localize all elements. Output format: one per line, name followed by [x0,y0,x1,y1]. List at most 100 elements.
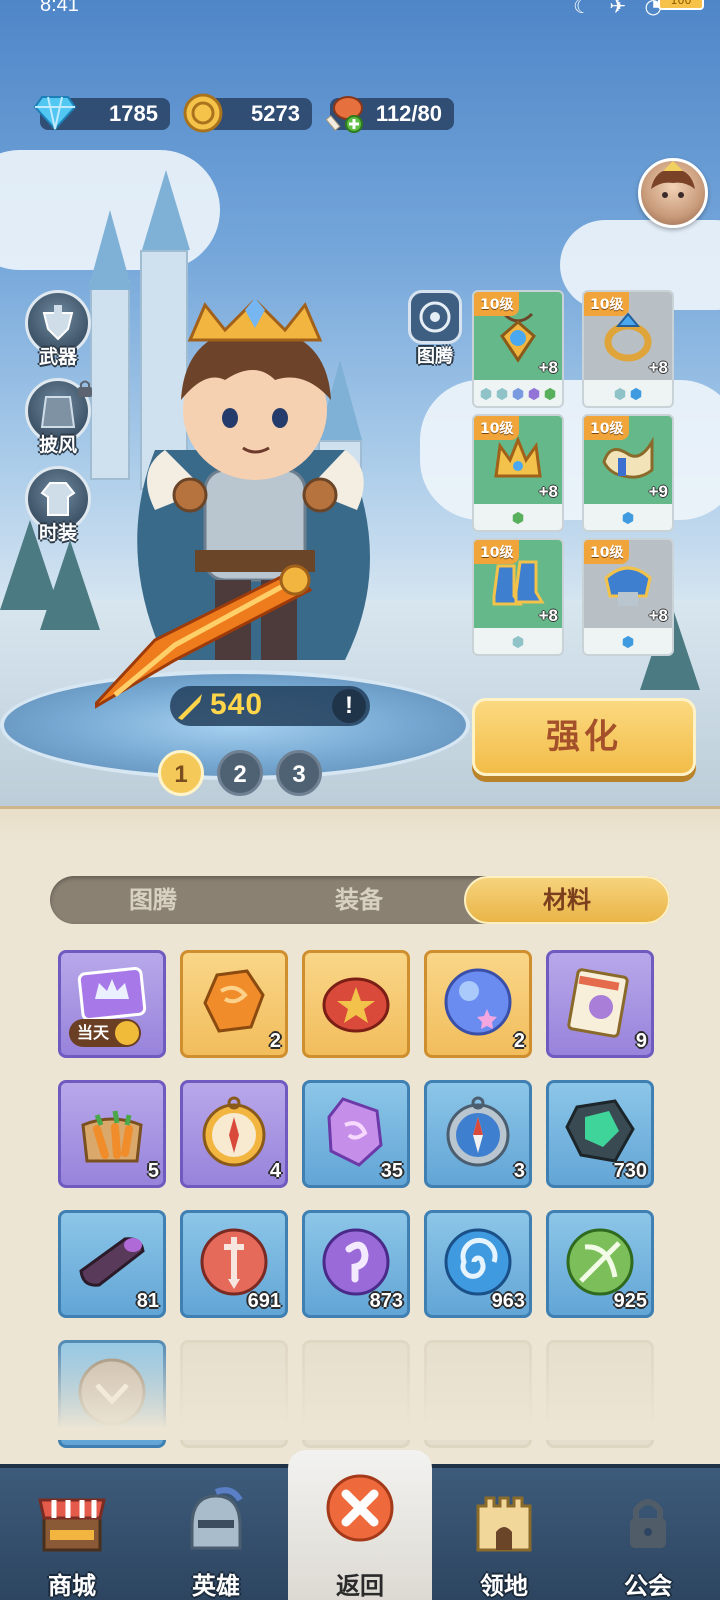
star-orb-icon [441,965,515,1039]
nav-territory-label: 领地 [480,1572,528,1600]
material-item[interactable] [302,950,410,1058]
costume-label: 时装 [38,522,77,544]
equipment-slot[interactable]: 10级 +8 [582,538,674,656]
amulet-icon [490,308,546,364]
green-ore-icon [563,1095,637,1169]
equipment-slot[interactable]: 10级 +8 [472,290,564,408]
material-count: 873 [369,1290,403,1312]
coin-value: 5273 [251,101,300,126]
equipment-level: 10级 [474,540,520,564]
sword-power-icon [178,694,202,720]
material-item[interactable]: 2 [180,950,288,1058]
material-item[interactable]: 4 [180,1080,288,1188]
bow-orb-icon [563,1225,637,1299]
nav-territory[interactable]: 领地 [432,1468,576,1600]
panel-edge [0,806,720,842]
today-label: 当天 [77,1023,110,1042]
material-item[interactable]: 925 [546,1210,654,1318]
gem-socket-icon [526,386,542,402]
ring-icon [600,308,656,364]
gem-sockets [474,382,562,406]
material-count: 925 [613,1290,647,1312]
hero-character[interactable] [95,300,415,720]
material-item[interactable]: 730 [546,1080,654,1188]
equipment-slot[interactable]: 10级 +8 [582,290,674,408]
stamina-counter[interactable]: 112/80 [325,96,454,133]
blue-compass-icon [441,1095,515,1169]
totem-button[interactable]: 图腾 [404,290,466,368]
coin-counter[interactable]: 5273 [183,93,312,133]
carrot-sack-icon [75,1095,149,1169]
gem-socket-icon [510,634,526,650]
material-item[interactable]: 691 [180,1210,288,1318]
material-item[interactable]: 35 [302,1080,410,1188]
costume-button[interactable]: 时装 [22,466,94,545]
material-item[interactable]: 当天 [58,950,166,1058]
material-item[interactable]: 963 [424,1210,532,1318]
nav-guild[interactable]: 公会 [576,1468,720,1600]
material-count: 9 [635,1030,647,1052]
lock-icon [630,1499,666,1548]
material-count: 35 [380,1160,403,1182]
helmet-icon [190,1487,243,1550]
battery-icon: 100 [658,0,704,10]
material-item[interactable]: 81 [58,1210,166,1318]
today-badge: 当天 [69,1019,142,1047]
status-bar: 8:41 ☾ ✈ ◔ 100 [0,0,720,22]
material-count: 3 [513,1160,525,1182]
tab-equipment[interactable]: 装备 [256,876,462,924]
upgrade-button[interactable]: 强化 [472,698,696,776]
tree [40,540,100,630]
material-count: 4 [269,1160,281,1182]
material-item[interactable]: 9 [546,950,654,1058]
integral-scroll-icon [563,965,637,1039]
weapon-button[interactable]: 武器 [22,290,94,369]
nav-shop[interactable]: 商城 [0,1468,144,1600]
cloud [420,380,720,520]
equipment-plus: +8 [648,606,668,625]
equipment-slot[interactable]: 10级 +8 [472,538,564,656]
gem-sockets [584,630,672,654]
status-time: 8:41 [40,0,79,16]
nav-guild-label: 公会 [624,1572,672,1600]
nav-back[interactable]: 返回 [288,1450,432,1600]
material-count: 81 [136,1290,159,1312]
diamond-value: 1785 [109,101,158,126]
page-dot-2[interactable]: 2 [217,750,263,796]
equipment-slot[interactable]: 10级 +8 [472,414,564,532]
player-avatar[interactable] [638,158,708,228]
diamond-counter[interactable]: 1785 [34,96,170,131]
tab-materials[interactable]: 材料 [464,876,670,924]
material-count: 2 [269,1030,281,1052]
clock-icon [115,1021,140,1045]
shop-icon [38,1498,106,1552]
equipment-plus: +8 [648,358,668,377]
gem-socket-icon [542,386,558,402]
crown-icon [490,432,546,488]
purple-crystal-icon [319,1095,393,1169]
equipment-slot[interactable]: 10级 +9 [582,414,674,532]
material-count: 5 [147,1160,159,1182]
totem-icon [408,290,462,344]
cloak-button[interactable]: 披风 [22,378,94,457]
info-icon[interactable]: ! [332,689,366,723]
equipment-level: 10级 [474,292,520,316]
material-item[interactable]: 5 [58,1080,166,1188]
material-item[interactable]: 3 [424,1080,532,1188]
bottom-nav: 商城 英雄 返回 领地 公会 [0,1450,720,1600]
page-dot-1[interactable]: 1 [158,750,204,796]
nav-hero[interactable]: 英雄 [144,1468,288,1600]
diamond-icon [32,90,78,136]
boots-icon [490,556,546,612]
page-dot-3[interactable]: 3 [276,750,322,796]
material-item[interactable]: 873 [302,1210,410,1318]
gem-socket-icon [620,634,636,650]
equipment-plus: +8 [538,606,558,625]
material-count: 730 [613,1160,647,1182]
material-item[interactable]: 2 [424,950,532,1058]
castle-spire [142,170,190,250]
equipment-plus: +8 [538,358,558,377]
tab-totem[interactable]: 图腾 [50,876,256,924]
material-count: 963 [491,1290,525,1312]
gem-socket-icon [620,510,636,526]
